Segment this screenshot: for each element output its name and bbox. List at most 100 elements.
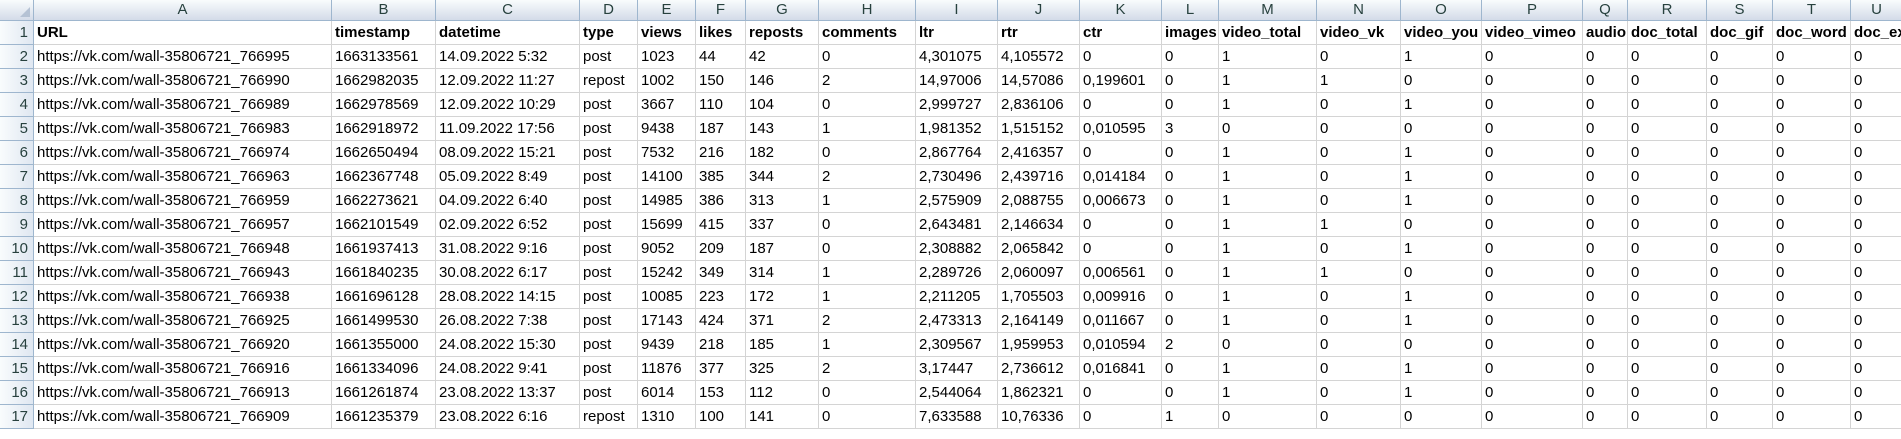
row-header-12[interactable]: 12 [0, 285, 34, 309]
table-cell[interactable]: 0 [1162, 261, 1219, 285]
table-cell[interactable]: 0 [1773, 405, 1851, 429]
table-cell[interactable]: 110 [696, 93, 746, 117]
table-cell[interactable]: 0 [1707, 213, 1773, 237]
table-cell[interactable]: 3 [1162, 117, 1219, 141]
table-cell[interactable]: 2,867764 [916, 141, 998, 165]
table-cell[interactable]: 185 [746, 333, 819, 357]
table-cell[interactable]: 0 [1401, 333, 1482, 357]
table-cell[interactable]: 146 [746, 69, 819, 93]
table-cell[interactable]: 141 [746, 405, 819, 429]
table-cell[interactable]: 0 [1401, 405, 1482, 429]
table-cell[interactable]: 0 [1583, 69, 1628, 93]
table-cell[interactable]: 0,009916 [1080, 285, 1162, 309]
column-header-p[interactable]: P [1482, 0, 1583, 21]
column-header-j[interactable]: J [998, 0, 1080, 21]
table-cell[interactable]: 0 [1773, 261, 1851, 285]
table-cell[interactable]: 0 [1583, 237, 1628, 261]
table-cell[interactable]: 2,416357 [998, 141, 1080, 165]
table-cell[interactable]: 1,705503 [998, 285, 1080, 309]
table-cell[interactable]: 0 [1851, 285, 1901, 309]
table-cell[interactable]: 1 [819, 261, 916, 285]
table-cell[interactable]: 1662650494 [332, 141, 436, 165]
spreadsheet-grid[interactable]: A B C D E F G H I J K L M N O P Q R S T U 1 URL timestamp dateti… [0, 0, 1901, 439]
table-cell[interactable]: 337 [746, 213, 819, 237]
table-cell[interactable]: 0 [1628, 261, 1707, 285]
table-cell[interactable]: 0 [1773, 381, 1851, 405]
table-cell[interactable]: 15699 [638, 213, 696, 237]
table-cell[interactable]: 1661499530 [332, 309, 436, 333]
table-cell[interactable]: 1 [1401, 285, 1482, 309]
table-cell[interactable]: 0 [1851, 69, 1901, 93]
header-cell[interactable]: ltr [916, 21, 998, 45]
table-cell[interactable]: 2,289726 [916, 261, 998, 285]
table-cell[interactable]: 30.08.2022 6:17 [436, 261, 580, 285]
column-header-u[interactable]: U [1851, 0, 1901, 21]
table-cell[interactable]: 1 [819, 189, 916, 213]
table-cell[interactable]: 44 [696, 45, 746, 69]
table-cell[interactable]: 1 [1401, 141, 1482, 165]
select-all-corner[interactable] [0, 0, 34, 21]
table-cell[interactable]: 1662101549 [332, 213, 436, 237]
table-cell[interactable]: 1,515152 [998, 117, 1080, 141]
column-header-e[interactable]: E [638, 0, 696, 21]
table-cell[interactable]: 0 [1773, 165, 1851, 189]
table-cell[interactable]: 0 [1583, 93, 1628, 117]
table-cell[interactable]: 0 [1583, 261, 1628, 285]
table-cell[interactable]: 1,959953 [998, 333, 1080, 357]
table-cell[interactable]: 04.09.2022 6:40 [436, 189, 580, 213]
table-cell[interactable]: 0 [819, 405, 916, 429]
table-cell[interactable]: 218 [696, 333, 746, 357]
table-cell[interactable]: 0,006561 [1080, 261, 1162, 285]
row-header-4[interactable]: 4 [0, 93, 34, 117]
table-cell[interactable]: 0 [1628, 381, 1707, 405]
table-cell[interactable]: 344 [746, 165, 819, 189]
table-cell[interactable]: 0 [1628, 93, 1707, 117]
table-cell[interactable]: 0 [1707, 189, 1773, 213]
table-cell[interactable]: 0 [1851, 237, 1901, 261]
table-cell[interactable]: 0 [1707, 93, 1773, 117]
table-cell[interactable]: 1662982035 [332, 69, 436, 93]
header-cell[interactable]: likes [696, 21, 746, 45]
table-cell[interactable]: 0 [1707, 117, 1773, 141]
table-cell[interactable]: 31.08.2022 9:16 [436, 237, 580, 261]
table-cell[interactable]: 1,981352 [916, 117, 998, 141]
column-header-b[interactable]: B [332, 0, 436, 21]
table-cell[interactable]: 0 [1482, 405, 1583, 429]
table-cell[interactable]: 0 [1851, 189, 1901, 213]
column-header-a[interactable]: A [34, 0, 332, 21]
column-header-r[interactable]: R [1628, 0, 1707, 21]
table-cell[interactable]: 2,146634 [998, 213, 1080, 237]
table-cell[interactable]: https://vk.com/wall-35806721_766925 [34, 309, 332, 333]
table-cell[interactable]: 0 [1773, 117, 1851, 141]
table-cell[interactable]: 0 [1851, 381, 1901, 405]
table-cell[interactable]: post [580, 141, 638, 165]
table-cell[interactable]: 0 [1080, 93, 1162, 117]
table-cell[interactable]: https://vk.com/wall-35806721_766983 [34, 117, 332, 141]
table-cell[interactable]: 0 [1707, 285, 1773, 309]
table-cell[interactable]: 0 [1628, 189, 1707, 213]
table-cell[interactable]: 0 [1628, 285, 1707, 309]
table-cell[interactable]: 0 [819, 381, 916, 405]
table-cell[interactable]: 2,164149 [998, 309, 1080, 333]
table-cell[interactable]: 0 [1162, 285, 1219, 309]
table-cell[interactable]: 386 [696, 189, 746, 213]
table-cell[interactable]: 1 [1219, 165, 1317, 189]
table-cell[interactable]: https://vk.com/wall-35806721_766989 [34, 93, 332, 117]
row-header-1[interactable]: 1 [0, 21, 34, 45]
table-cell[interactable]: 0 [819, 93, 916, 117]
table-cell[interactable]: 0 [1707, 333, 1773, 357]
table-cell[interactable]: 0 [1851, 45, 1901, 69]
table-cell[interactable]: 1 [1219, 237, 1317, 261]
table-cell[interactable]: 0 [1583, 357, 1628, 381]
table-cell[interactable]: 0 [1628, 141, 1707, 165]
table-cell[interactable]: 0 [1482, 45, 1583, 69]
table-cell[interactable]: 1 [1401, 189, 1482, 213]
table-cell[interactable]: https://vk.com/wall-35806721_766948 [34, 237, 332, 261]
row-header-14[interactable]: 14 [0, 333, 34, 357]
table-cell[interactable]: 0 [1583, 285, 1628, 309]
column-header-f[interactable]: F [696, 0, 746, 21]
table-cell[interactable]: 3,17447 [916, 357, 998, 381]
table-cell[interactable]: 0 [1851, 405, 1901, 429]
column-header-l[interactable]: L [1162, 0, 1219, 21]
table-cell[interactable]: 1661261874 [332, 381, 436, 405]
